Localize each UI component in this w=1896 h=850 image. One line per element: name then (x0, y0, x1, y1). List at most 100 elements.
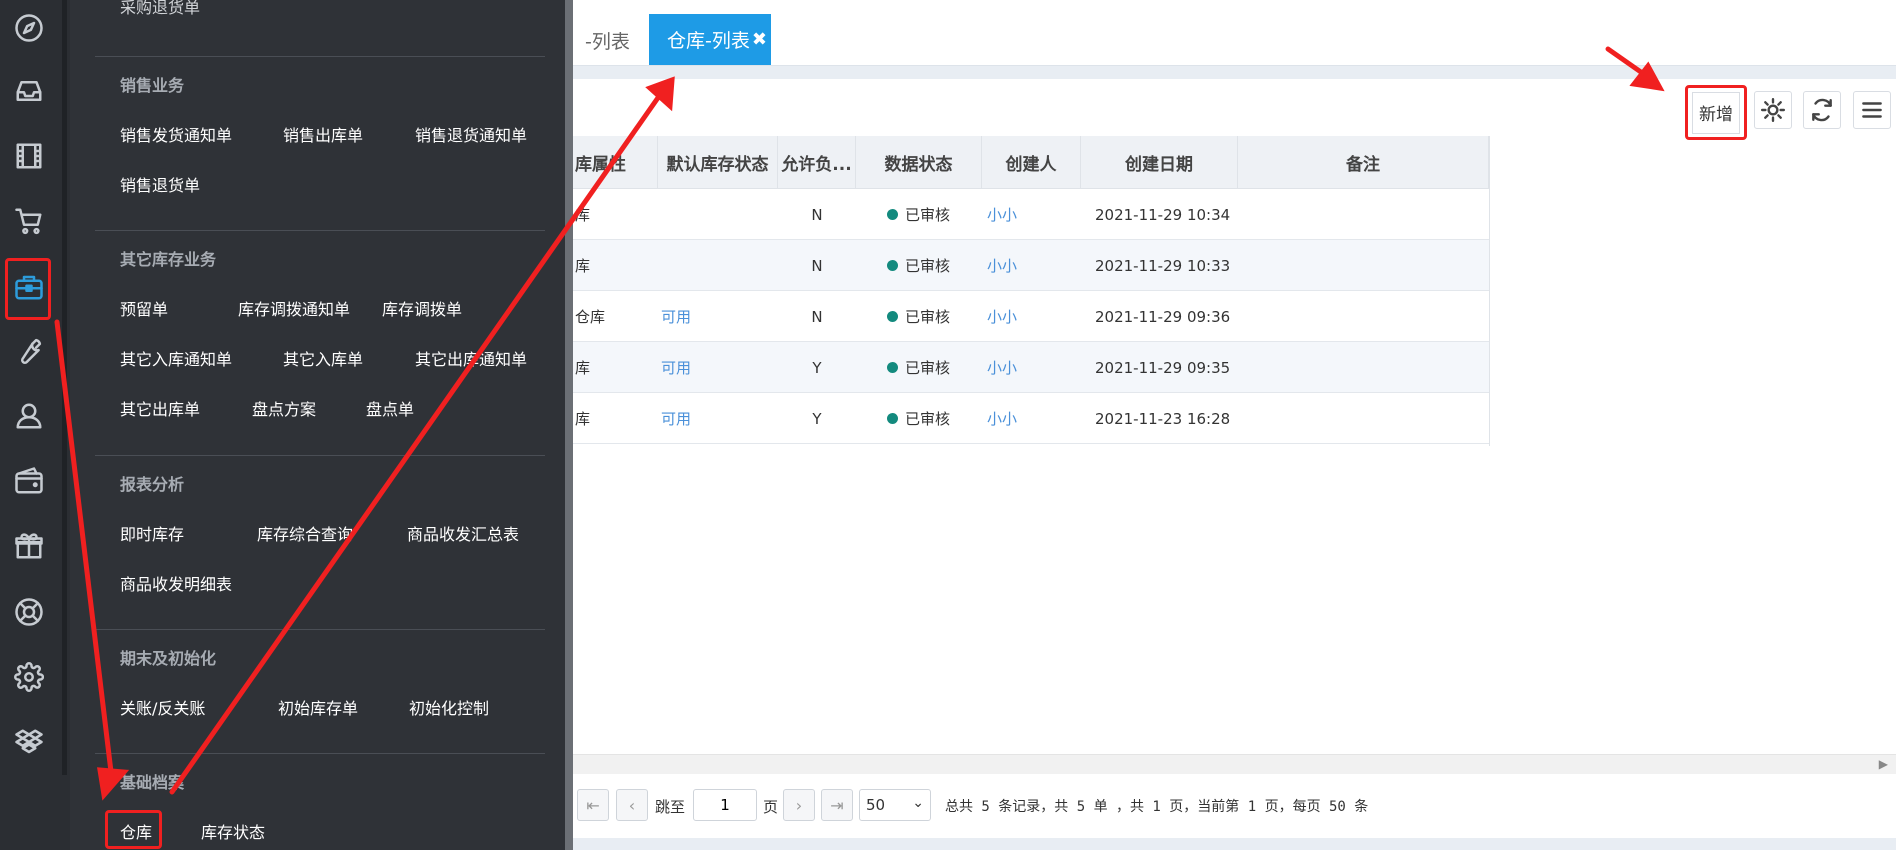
column-header-data-status[interactable]: 数据状态 (856, 136, 982, 189)
add-button-highlight: 新增 (1685, 85, 1747, 140)
menu-item-initial-stock[interactable]: 初始库存单 (278, 695, 358, 719)
column-header-created-date[interactable]: 创建日期 (1081, 136, 1238, 189)
tab-warehouse-list[interactable]: 仓库-列表 ✖ (649, 14, 771, 65)
menu-item-transfer[interactable]: 库存调拨单 (382, 296, 462, 320)
compass-icon[interactable] (13, 12, 45, 44)
add-button[interactable]: 新增 (1692, 91, 1740, 134)
menu-item-stock-query[interactable]: 库存综合查询 (257, 521, 353, 545)
column-header-attr[interactable]: 库属性 (573, 136, 658, 189)
cell-default-status: 可用 (661, 308, 692, 326)
cell-data-status: 已审核 (887, 342, 982, 393)
table-row[interactable]: 库 可用 Y 已审核 小小 2021-11-23 16:28 (573, 393, 1489, 444)
user-icon[interactable] (13, 400, 45, 432)
column-header-note[interactable]: 备注 (1238, 136, 1489, 189)
menu-section-title: 销售业务 (120, 76, 185, 95)
menu-divider (95, 753, 545, 754)
menu-item-goods-summary[interactable]: 商品收发汇总表 (407, 521, 519, 545)
inbox-icon[interactable] (13, 75, 45, 107)
status-dot (887, 260, 898, 271)
menu-item-sales-return[interactable]: 销售退货单 (120, 172, 200, 196)
pagination-summary: 总共 5 条记录，共 5 单 ，共 1 页，当前第 1 页，每页 50 条 (945, 799, 1369, 815)
close-icon[interactable]: ✖ (752, 29, 767, 50)
settings-button[interactable] (1754, 91, 1792, 129)
horizontal-scrollbar[interactable]: ▶ (573, 754, 1896, 774)
gift-icon[interactable] (13, 530, 45, 562)
tab-previous[interactable]: -列表 (585, 27, 630, 54)
page-size-select[interactable]: 50 ⌄ (859, 789, 931, 821)
gear-icon (1760, 97, 1786, 123)
menu-scrollbar-thumb[interactable] (565, 0, 573, 850)
menu-item-stocktake[interactable]: 盘点单 (366, 396, 414, 420)
cell-allow-negative: Y (812, 358, 822, 377)
cell-created-date: 2021-11-29 10:34 (1095, 205, 1231, 224)
status-text: 已审核 (905, 308, 951, 326)
wrench-icon[interactable] (13, 335, 45, 367)
status-text: 已审核 (905, 257, 951, 275)
menu-item-stocktake-plan[interactable]: 盘点方案 (252, 396, 316, 420)
prev-page-button[interactable]: ‹ (616, 789, 648, 821)
cell-attr: 库 (575, 206, 591, 224)
refresh-button[interactable] (1803, 91, 1841, 129)
cell-created-date: 2021-11-23 16:28 (1095, 409, 1231, 428)
menu-item-sales-return-notice[interactable]: 销售退货通知单 (415, 122, 527, 146)
menu-item-purchase-return[interactable]: 采购退货单 (120, 0, 200, 18)
menu-item-realtime-stock[interactable]: 即时库存 (120, 521, 184, 545)
menu-section-reports: 报表分析 即时库存 库存综合查询 商品收发汇总表 商品收发明细表 (95, 455, 545, 625)
menu-item-goods-detail[interactable]: 商品收发明细表 (120, 571, 232, 595)
first-page-button[interactable]: ⇤ (577, 789, 609, 821)
hamburger-icon (1862, 102, 1882, 118)
table-row[interactable]: 库 N 已审核 小小 2021-11-29 10:33 (573, 240, 1489, 291)
refresh-icon (1812, 98, 1832, 122)
menu-item-reservation[interactable]: 预留单 (120, 296, 168, 320)
menu-item-sales-outbound[interactable]: 销售出库单 (283, 122, 363, 146)
tab-label: 仓库-列表 (667, 30, 750, 52)
page-number-input[interactable] (693, 789, 757, 821)
cell-note (1248, 393, 1488, 444)
menu-item-other-inbound-notice[interactable]: 其它入库通知单 (120, 346, 232, 370)
table-header: 库属性 默认库存状态 允许负... 数据状态 创建人 创建日期 备注 (573, 136, 1489, 189)
menu-section-title: 报表分析 (120, 475, 185, 494)
film-icon[interactable] (13, 140, 45, 172)
table-row[interactable]: 库 可用 Y 已审核 小小 2021-11-29 09:35 (573, 342, 1489, 393)
dropbox-icon[interactable] (13, 726, 45, 758)
lifebuoy-icon[interactable] (13, 596, 45, 628)
table-row[interactable]: 库 N 已审核 小小 2021-11-29 10:34 (573, 189, 1489, 240)
table-row[interactable]: 仓库 可用 N 已审核 小小 2021-11-29 09:36 (573, 291, 1489, 342)
column-header-allow-negative[interactable]: 允许负... (778, 136, 856, 189)
menu-item-transfer-notice[interactable]: 库存调拨通知单 (238, 296, 350, 320)
cell-note (1248, 291, 1488, 342)
cell-created-date: 2021-11-29 09:36 (1095, 307, 1231, 326)
cell-allow-negative: Y (812, 409, 822, 428)
active-highlight-box (5, 258, 51, 320)
menu-item-init-control[interactable]: 初始化控制 (409, 695, 489, 719)
menu-item-close-account[interactable]: 关账/反关账 (120, 695, 205, 719)
cell-note (1248, 240, 1488, 291)
cell-note (1248, 342, 1488, 393)
scroll-right-icon[interactable]: ▶ (1879, 757, 1888, 771)
column-header-default-status[interactable]: 默认库存状态 (658, 136, 778, 189)
menu-divider (95, 56, 545, 57)
column-header-creator[interactable]: 创建人 (982, 136, 1081, 189)
status-text: 已审核 (905, 206, 951, 224)
menu-item-stock-status[interactable]: 库存状态 (201, 819, 265, 843)
menu-item-sales-delivery-notice[interactable]: 销售发货通知单 (120, 122, 232, 146)
gear-icon[interactable] (13, 661, 45, 693)
cell-data-status: 已审核 (887, 240, 982, 291)
next-page-button[interactable]: › (783, 789, 815, 821)
columns-menu-button[interactable] (1853, 91, 1891, 129)
sidebar-scrollbar[interactable] (62, 0, 67, 775)
cart-icon[interactable] (13, 205, 45, 237)
wallet-icon[interactable] (13, 465, 45, 497)
status-dot (887, 209, 898, 220)
cell-allow-negative: N (811, 256, 823, 275)
menu-divider (95, 455, 545, 456)
menu-scrollbar[interactable] (565, 0, 573, 850)
last-page-button[interactable]: ⇥ (821, 789, 853, 821)
tab-bar: -列表 仓库-列表 ✖ (573, 0, 1896, 66)
cell-allow-negative: N (811, 205, 823, 224)
cell-default-status: 可用 (661, 410, 692, 428)
menu-item-other-inbound[interactable]: 其它入库单 (283, 346, 363, 370)
menu-item-other-outbound-notice[interactable]: 其它出库通知单 (415, 346, 527, 370)
cell-creator: 小小 (987, 257, 1018, 275)
menu-item-other-outbound[interactable]: 其它出库单 (120, 396, 200, 420)
